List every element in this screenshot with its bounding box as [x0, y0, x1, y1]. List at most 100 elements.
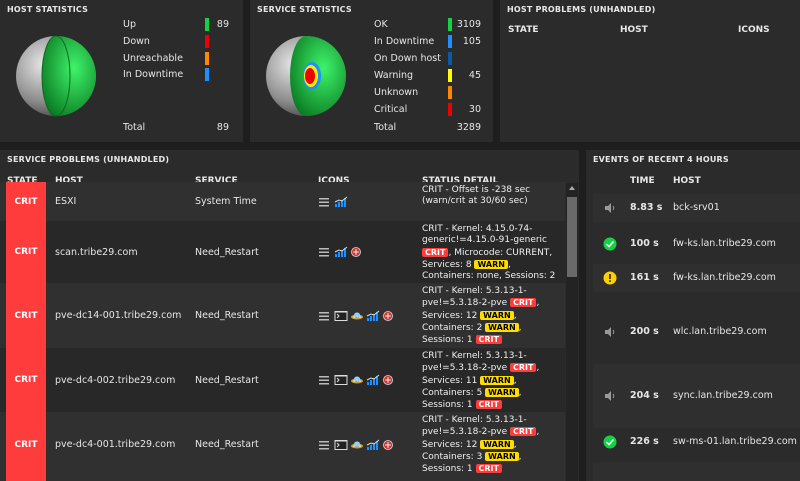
service-statistics-panel: SERVICE STATISTICS OK 3109 In Downtime 105 O… [250, 0, 493, 142]
event-row[interactable]: 161 s fw-ks.lan.tribe29.com [593, 264, 800, 292]
service-problem-service-link[interactable]: Need_Restart [195, 348, 259, 412]
service-problem-service-link[interactable]: Need_Restart [195, 221, 259, 283]
ufo-icon[interactable] [350, 374, 364, 386]
warn-badge: WARN [480, 375, 514, 385]
event-time: 200 s [630, 326, 659, 337]
host-stat-row[interactable]: Unreachable [123, 51, 243, 67]
graph-icon[interactable] [334, 196, 348, 208]
host-stat-label[interactable]: Unreachable [123, 51, 183, 67]
ufo-icon[interactable] [350, 310, 364, 322]
event-host-link[interactable]: sw-ms-01.lan.tribe29.com [673, 436, 797, 447]
host-stat-label[interactable]: Down [123, 34, 150, 50]
service-problem-row[interactable]: CRIT pve-dc4-001.tribe29.com Need_Restart C… [0, 412, 565, 477]
service-problems-scrollbar[interactable] [566, 183, 578, 481]
terminal-icon[interactable] [334, 310, 348, 322]
host-stat-row[interactable]: Up 89 [123, 17, 243, 33]
service-stats-sphere[interactable] [265, 35, 347, 117]
service-stat-row[interactable]: Unknown [374, 85, 493, 101]
service-stat-value[interactable]: 45 [449, 68, 481, 84]
events-col-time[interactable]: TIME [630, 176, 655, 186]
service-problem-row[interactable]: CRIT scan.tribe29.com Need_Restart CRIT - K… [0, 221, 565, 293]
service-problem-service-link[interactable]: Need_Restart [195, 283, 259, 348]
service-stat-label[interactable]: In Downtime [374, 34, 434, 50]
terminal-icon[interactable] [334, 374, 348, 386]
service-problem-row[interactable]: CRIT pve-dc14-001.tribe29.com Need_Restart… [0, 283, 565, 348]
reschedule-icon[interactable] [382, 374, 396, 386]
service-stat-row[interactable]: OK 3109 [374, 17, 493, 33]
state-crit-badge[interactable]: CRIT [6, 221, 46, 283]
event-host-link[interactable]: fw-ks.lan.tribe29.com [673, 272, 776, 283]
service-problem-service-link[interactable]: Need_Restart [195, 412, 259, 477]
host-stat-row[interactable]: In Downtime [123, 67, 243, 83]
event-row-partial[interactable] [593, 462, 800, 481]
event-row[interactable]: 8.83 s bck-srv01 [593, 194, 800, 222]
service-problem-status-detail: CRIT - Kernel: 5.3.13-1-pve!=5.3.18-2-pv… [422, 351, 564, 411]
state-crit-badge[interactable]: CRIT [6, 412, 46, 477]
service-stat-label[interactable]: On Down host [374, 51, 441, 67]
service-problem-service-link[interactable]: System Time [195, 182, 257, 221]
event-row[interactable]: 204 s sync.lan.tribe29.com [593, 364, 800, 428]
menu-icon[interactable] [318, 439, 332, 451]
graph-icon[interactable] [366, 439, 380, 451]
host-stat-value[interactable]: 89 [197, 17, 229, 33]
event-time: 8.83 s [630, 202, 663, 213]
state-crit-badge-partial[interactable] [6, 477, 46, 481]
event-host-link[interactable]: wlc.lan.tribe29.com [673, 326, 767, 337]
reschedule-icon[interactable] [350, 246, 364, 258]
reschedule-icon[interactable] [382, 439, 396, 451]
event-host-link[interactable]: bck-srv01 [673, 202, 720, 213]
host-stats-sphere[interactable] [15, 35, 97, 117]
service-stat-row[interactable]: Critical 30 [374, 102, 493, 118]
service-stat-row[interactable]: Warning 45 [374, 68, 493, 84]
host-stat-label[interactable]: In Downtime [123, 67, 183, 83]
service-problem-host-link[interactable]: ESXI [55, 182, 76, 221]
service-stat-row[interactable]: In Downtime 105 [374, 34, 493, 50]
state-crit-badge[interactable]: CRIT [6, 283, 46, 348]
service-problem-host-link[interactable]: pve-dc14-001.tribe29.com [55, 283, 181, 348]
menu-icon[interactable] [318, 310, 332, 322]
service-problem-row[interactable] [0, 477, 565, 481]
scroll-up-arrow-icon[interactable] [569, 186, 575, 190]
graph-icon[interactable] [334, 246, 348, 258]
state-crit-badge[interactable]: CRIT [6, 348, 46, 412]
host-stat-row[interactable]: Down [123, 34, 243, 50]
service-problem-host-link[interactable]: scan.tribe29.com [55, 221, 138, 283]
service-problem-host-link[interactable]: pve-dc4-002.tribe29.com [55, 348, 175, 412]
event-row[interactable]: 100 s fw-ks.lan.tribe29.com [593, 230, 800, 258]
service-stat-value[interactable]: 3109 [449, 17, 481, 33]
service-problem-icons [318, 348, 396, 412]
host-problems-col-state[interactable]: STATE [508, 25, 538, 35]
service-total-value: 3289 [456, 122, 481, 133]
menu-icon[interactable] [318, 246, 332, 258]
menu-icon[interactable] [318, 374, 332, 386]
service-stat-value[interactable]: 105 [449, 34, 481, 50]
service-total-row: Total 3289 [374, 120, 484, 136]
service-stat-label[interactable]: OK [374, 17, 388, 33]
host-problems-col-icons[interactable]: ICONS [738, 25, 770, 35]
host-problems-col-host[interactable]: HOST [620, 25, 648, 35]
ufo-icon[interactable] [350, 439, 364, 451]
event-host-link[interactable]: fw-ks.lan.tribe29.com [673, 238, 776, 249]
event-row[interactable]: 200 s wlc.lan.tribe29.com [593, 300, 800, 364]
menu-icon[interactable] [318, 196, 332, 208]
terminal-icon[interactable] [334, 439, 348, 451]
service-stat-value[interactable]: 30 [449, 102, 481, 118]
service-problem-host-link[interactable]: pve-dc4-001.tribe29.com [55, 412, 175, 477]
service-stat-label[interactable]: Critical [374, 102, 407, 118]
host-total-row: Total 89 [123, 120, 233, 136]
service-stat-row[interactable]: On Down host [374, 51, 493, 67]
state-crit-badge[interactable]: CRIT [6, 182, 46, 221]
crit-badge: CRIT [422, 247, 449, 257]
events-col-host[interactable]: HOST [673, 176, 701, 186]
service-problem-row[interactable]: CRIT ESXI System Time CRIT - Offset is -238… [0, 182, 565, 221]
graph-icon[interactable] [366, 374, 380, 386]
reschedule-icon[interactable] [382, 310, 396, 322]
event-row[interactable]: 226 s sw-ms-01.lan.tribe29.com [593, 428, 800, 456]
scrollbar-thumb[interactable] [567, 197, 577, 277]
service-problem-row[interactable]: CRIT pve-dc4-002.tribe29.com Need_Restart C… [0, 348, 565, 412]
graph-icon[interactable] [366, 310, 380, 322]
event-host-link[interactable]: sync.lan.tribe29.com [673, 390, 773, 401]
host-stat-label[interactable]: Up [123, 17, 136, 33]
service-stat-label[interactable]: Warning [374, 68, 413, 84]
service-stat-label[interactable]: Unknown [374, 85, 418, 101]
